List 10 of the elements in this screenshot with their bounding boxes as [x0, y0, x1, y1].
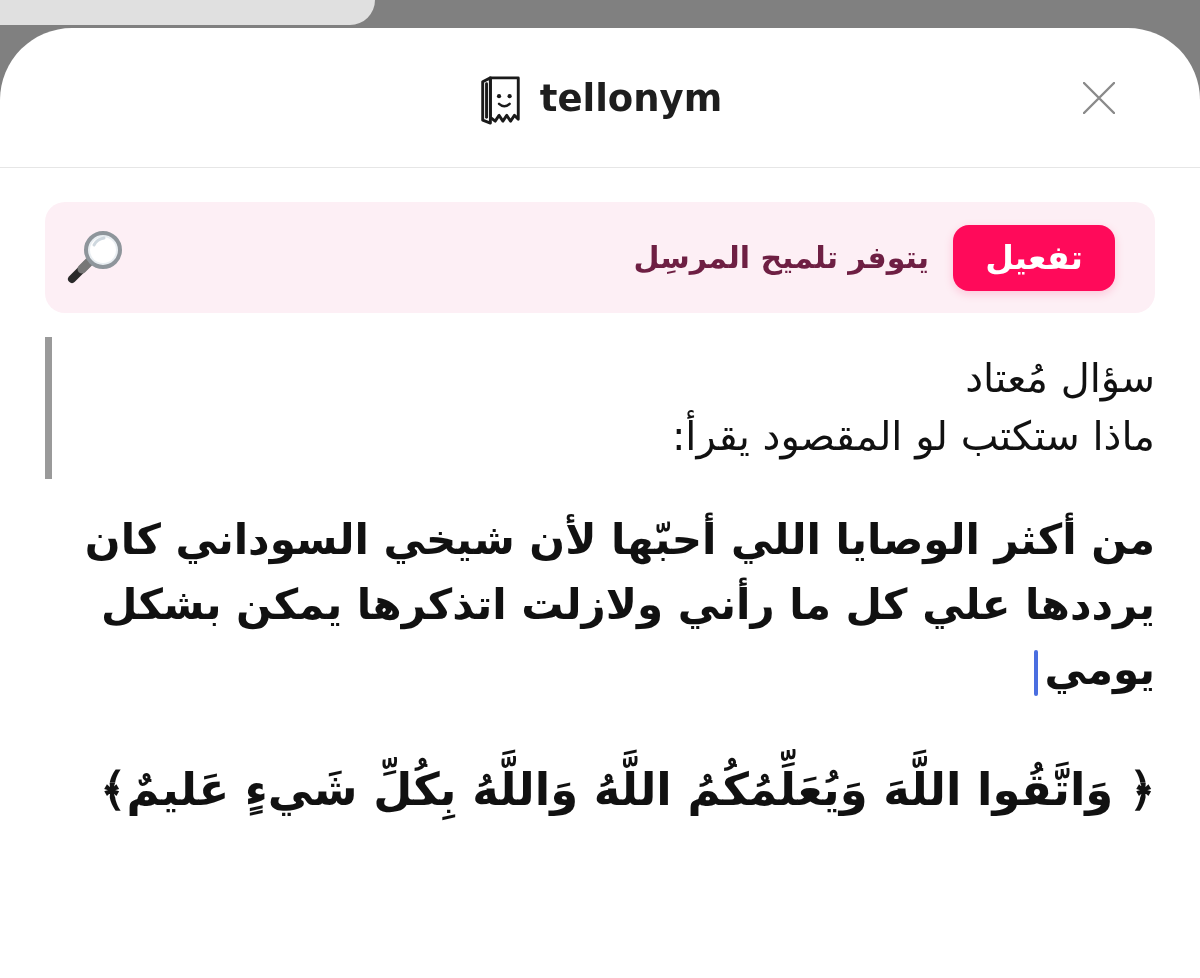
answer-text: ﴿ وَاتَّقُوا اللَّهَ وَيُعَلِّمُكُمُ اللَّهُ وَاللَّهُ بِكُلِّ شَيءٍ عَليمٌ﴾: [45, 742, 1155, 838]
question-text: ماذا ستكتب لو المقصود يقرأ:: [52, 407, 1155, 465]
hint-text: يتوفر تلميح المرسِل: [633, 239, 929, 277]
close-button[interactable]: [1083, 81, 1115, 114]
answer-text: من أكثر الوصايا اللي أحبّها لأن شيخي السوداني كان يرددها علي كل ما رأني ولازلت اتذكرها يمكن بشكل يومي: [45, 507, 1155, 702]
question-title: سؤال مُعتاد: [964, 354, 1155, 404]
activate-button[interactable]: تفعيل: [953, 224, 1115, 291]
logo-wordmark: tellonym: [539, 77, 723, 122]
answer-field[interactable]: من أكثر الوصايا اللي أحبّها لأن شيخي السوداني كان يرددها علي كل ما رأني ولازلت اتذكرها يمكن بشكل يومي ﴿ وَاتَّقُوا اللَّهَ وَيُعَلِّمُكُمُ اللَّهُ وَاللَّهُ بِكُلِّ شَيءٍ عَليمٌ﴾: [45, 507, 1155, 838]
close-icon: [1083, 81, 1115, 114]
